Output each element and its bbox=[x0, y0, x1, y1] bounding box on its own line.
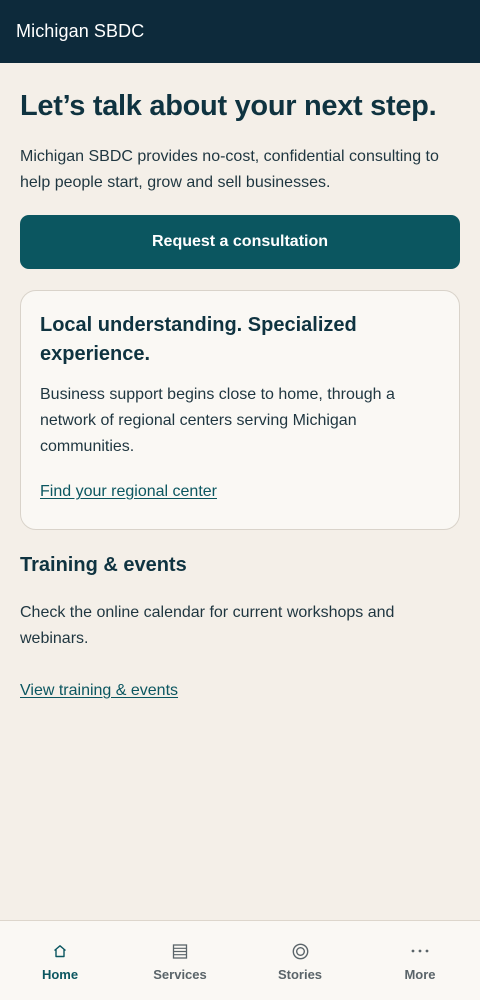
regional-centers-card: Local understanding. Specialized experie… bbox=[20, 289, 460, 530]
nav-item-services[interactable]: Services bbox=[120, 921, 240, 1000]
request-consultation-button[interactable]: Request a consultation bbox=[20, 214, 460, 269]
app-header: Michigan SBDC bbox=[0, 0, 480, 63]
main-content: Let’s talk about your next step. Michiga… bbox=[20, 63, 460, 700]
view-training-events-link[interactable]: View training & events bbox=[20, 682, 178, 700]
nav-item-more[interactable]: More bbox=[360, 921, 480, 1000]
nav-label-more: More bbox=[404, 967, 436, 982]
card-title: Local understanding. Specialized experie… bbox=[40, 313, 357, 365]
card-description: Business support begins close to home, t… bbox=[40, 385, 395, 455]
app-title: Michigan SBDC bbox=[16, 21, 145, 41]
nav-label-services: Services bbox=[153, 967, 207, 982]
target-icon bbox=[288, 941, 312, 961]
training-section-title: Training & events bbox=[20, 553, 187, 576]
bottom-navigation: Home Services Stories More bbox=[0, 920, 480, 1000]
hero-description: Michigan SBDC provides no-cost, confiden… bbox=[20, 147, 439, 191]
find-regional-center-link[interactable]: Find your regional center bbox=[40, 483, 217, 501]
more-icon bbox=[408, 941, 432, 961]
list-icon bbox=[168, 941, 192, 961]
nav-item-stories[interactable]: Stories bbox=[240, 921, 360, 1000]
nav-label-home: Home bbox=[41, 967, 79, 982]
home-icon bbox=[48, 941, 72, 961]
nav-label-stories: Stories bbox=[277, 967, 323, 982]
page-title: Let’s talk about your next step. bbox=[20, 90, 437, 122]
nav-item-home[interactable]: Home bbox=[0, 921, 120, 1000]
training-description: Check the online calendar for current wo… bbox=[20, 603, 395, 647]
